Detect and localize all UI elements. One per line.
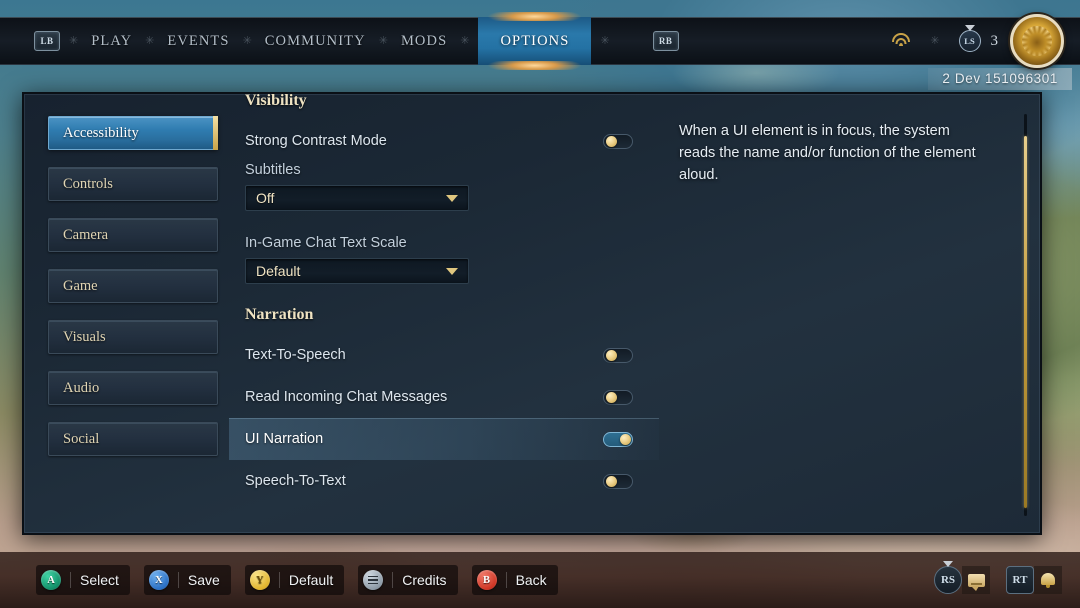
hint-label: Back xyxy=(505,572,547,588)
setting-label: Subtitles xyxy=(245,162,301,178)
toggle-speech-to-text[interactable] xyxy=(603,473,633,489)
sidebar-item-social[interactable]: Social xyxy=(48,422,218,456)
toggle-text-to-speech[interactable] xyxy=(603,347,633,363)
nav-status-group: ✳ LS 3 xyxy=(891,14,1080,68)
setting-field-subtitles[interactable]: Subtitles Off xyxy=(229,162,659,211)
nav-separator-icon: ✳ xyxy=(600,34,610,47)
setting-label: In-Game Chat Text Scale xyxy=(245,235,407,251)
hint-label: Default xyxy=(278,572,333,588)
chevron-down-icon xyxy=(446,194,458,202)
options-category-sidebar: Accessibility Controls Camera Game Visua… xyxy=(24,94,229,533)
gamepad-b-button-icon: B xyxy=(476,570,497,590)
shortcut-notifications[interactable]: RT xyxy=(1006,566,1062,594)
sidebar-item-controls[interactable]: Controls xyxy=(48,167,218,201)
setting-row-read-incoming-chat-messages[interactable]: Read Incoming Chat Messages xyxy=(229,376,659,418)
nav-separator-icon: ✳ xyxy=(242,34,252,47)
setting-row-ui-narration[interactable]: UI Narration xyxy=(229,418,659,460)
sidebar-item-audio[interactable]: Audio xyxy=(48,371,218,405)
setting-row-speech-to-text[interactable]: Speech-To-Text xyxy=(229,460,659,502)
scrollbar-thumb[interactable] xyxy=(1024,136,1027,508)
nav-separator-icon: ✳ xyxy=(460,34,470,47)
dropdown-in-game-chat-text-scale[interactable]: Default xyxy=(245,258,469,284)
dropdown-value: Off xyxy=(256,190,275,206)
nav-separator-icon: ✳ xyxy=(145,34,155,47)
dropdown-subtitles[interactable]: Off xyxy=(245,185,469,211)
sun-emblem-icon[interactable] xyxy=(1010,14,1064,68)
chevron-down-icon xyxy=(446,267,458,275)
gamepad-a-button-icon: A xyxy=(41,570,61,590)
nav-tab-mods[interactable]: MODS xyxy=(397,33,451,50)
nav-tab-events[interactable]: EVENTS xyxy=(163,33,233,50)
version-label: 2 Dev 151096301 xyxy=(928,68,1072,90)
control-hints-bar: A Select X Save Y Default Credits B Back… xyxy=(0,552,1080,608)
setting-label: Text-To-Speech xyxy=(245,347,346,363)
notification-count: 3 xyxy=(990,32,999,49)
wifi-icon xyxy=(891,33,911,49)
hint-credits[interactable]: Credits xyxy=(358,565,458,595)
dropdown-value: Default xyxy=(256,263,301,279)
hint-label: Select xyxy=(70,572,119,588)
right-stick-button-icon[interactable]: RS xyxy=(934,566,962,594)
bell-icon[interactable] xyxy=(1034,566,1062,594)
hint-select[interactable]: A Select xyxy=(36,565,130,595)
toggle-strong-contrast-mode[interactable] xyxy=(603,133,633,149)
setting-label: Speech-To-Text xyxy=(245,473,346,489)
nav-tab-community[interactable]: COMMUNITY xyxy=(261,33,370,50)
hint-label: Credits xyxy=(392,572,447,588)
hint-default[interactable]: Y Default xyxy=(244,565,345,595)
hint-save[interactable]: X Save xyxy=(143,565,231,595)
hint-back[interactable]: B Back xyxy=(471,565,558,595)
toggle-ui-narration[interactable] xyxy=(603,431,633,447)
sidebar-item-visuals[interactable]: Visuals xyxy=(48,320,218,354)
setting-label: Strong Contrast Mode xyxy=(245,133,387,149)
setting-label: Read Incoming Chat Messages xyxy=(245,389,448,405)
group-header-visibility: Visibility xyxy=(245,94,307,109)
left-bumper-button[interactable]: LB xyxy=(34,31,60,51)
setting-field-in-game-chat-text-scale[interactable]: In-Game Chat Text Scale Default xyxy=(229,235,659,284)
setting-row-strong-contrast-mode[interactable]: Strong Contrast Mode xyxy=(229,120,659,162)
setting-description-text: When a UI element is in focus, the syste… xyxy=(679,123,976,183)
nav-separator-icon: ✳ xyxy=(378,34,388,47)
top-navigation-bar: LB ✳ PLAY ✳ EVENTS ✳ COMMUNITY ✳ MODS ✳ … xyxy=(0,12,1080,70)
chat-bubble-icon[interactable] xyxy=(962,566,990,594)
setting-label: UI Narration xyxy=(245,431,324,447)
bottom-right-shortcuts: RS RT xyxy=(934,566,1080,594)
settings-scrollbar[interactable] xyxy=(1024,114,1027,516)
sidebar-item-game[interactable]: Game xyxy=(48,269,218,303)
settings-scroll-area[interactable]: Visibility Strong Contrast Mode Subtitle… xyxy=(229,94,659,533)
right-trigger-button-icon[interactable]: RT xyxy=(1006,566,1034,594)
gamepad-x-button-icon: X xyxy=(148,570,169,590)
hint-label: Save xyxy=(177,572,220,588)
toggle-read-incoming-chat-messages[interactable] xyxy=(603,389,633,405)
setting-description-panel: When a UI element is in focus, the syste… xyxy=(659,94,1040,533)
sidebar-item-accessibility[interactable]: Accessibility xyxy=(48,116,218,150)
nav-separator-icon: ✳ xyxy=(69,34,79,47)
gamepad-y-button-icon: Y xyxy=(249,570,270,590)
nav-separator-icon: ✳ xyxy=(930,34,940,47)
nav-tab-play[interactable]: PLAY xyxy=(87,33,136,50)
gamepad-menu-button-icon xyxy=(363,570,384,590)
right-bumper-button[interactable]: RB xyxy=(652,31,679,51)
setting-row-text-to-speech[interactable]: Text-To-Speech xyxy=(229,334,659,376)
shortcut-chat[interactable]: RS xyxy=(934,566,990,594)
nav-tab-options[interactable]: OPTIONS xyxy=(472,12,598,70)
options-panel: Accessibility Controls Camera Game Visua… xyxy=(22,92,1042,535)
group-header-narration: Narration xyxy=(245,306,314,323)
left-stick-badge-icon[interactable]: LS xyxy=(958,30,981,52)
sidebar-item-camera[interactable]: Camera xyxy=(48,218,218,252)
